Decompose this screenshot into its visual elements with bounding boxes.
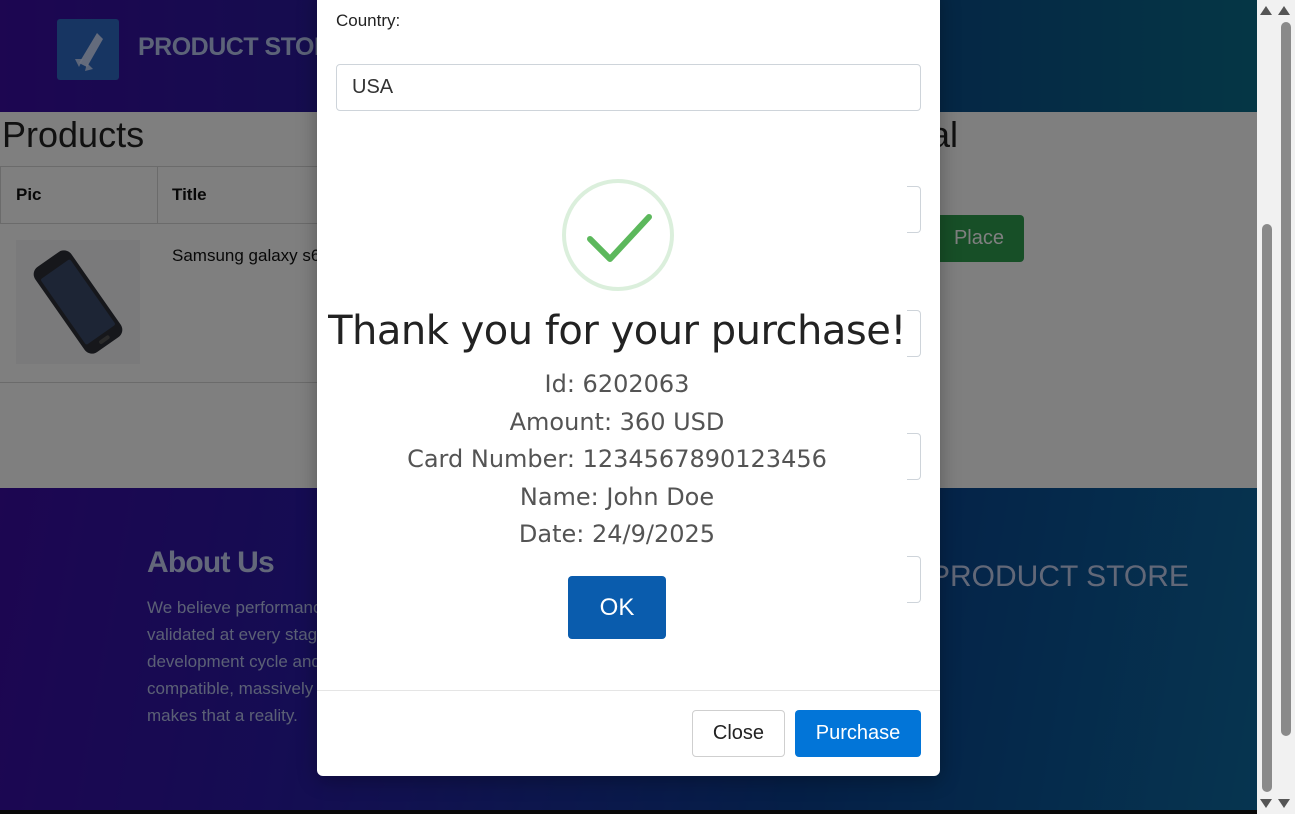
order-id: Id: 6202063	[544, 370, 690, 398]
alert-details: Id: 6202063 Amount: 360 USD Card Number:…	[317, 366, 917, 554]
scrollbar-thumb[interactable]	[1281, 22, 1291, 736]
scroll-up-arrow-icon[interactable]	[1278, 6, 1290, 15]
purchase-confirmation-alert: Thank you for your purchase! Id: 6202063…	[317, 140, 917, 660]
country-label: Country:	[336, 11, 401, 30]
ok-button[interactable]: OK	[568, 576, 666, 639]
scrollbar-thumb[interactable]	[1262, 224, 1272, 792]
order-amount: Amount: 360 USD	[509, 407, 725, 436]
country-input[interactable]	[336, 64, 921, 111]
close-button[interactable]: Close	[692, 710, 785, 757]
scroll-down-arrow-icon[interactable]	[1278, 799, 1290, 808]
check-icon	[587, 214, 652, 262]
order-date: Date: 24/9/2025	[518, 520, 716, 548]
purchase-button[interactable]: Purchase	[795, 710, 921, 757]
scroll-down-arrow-icon[interactable]	[1260, 799, 1272, 808]
alert-title: Thank you for your purchase!	[328, 308, 906, 354]
scroll-up-arrow-icon[interactable]	[1260, 6, 1272, 15]
customer-name: Name: John Doe	[519, 482, 715, 511]
modal-footer-divider	[317, 690, 940, 691]
card-number: Card Number: 1234567890123456	[407, 445, 827, 473]
